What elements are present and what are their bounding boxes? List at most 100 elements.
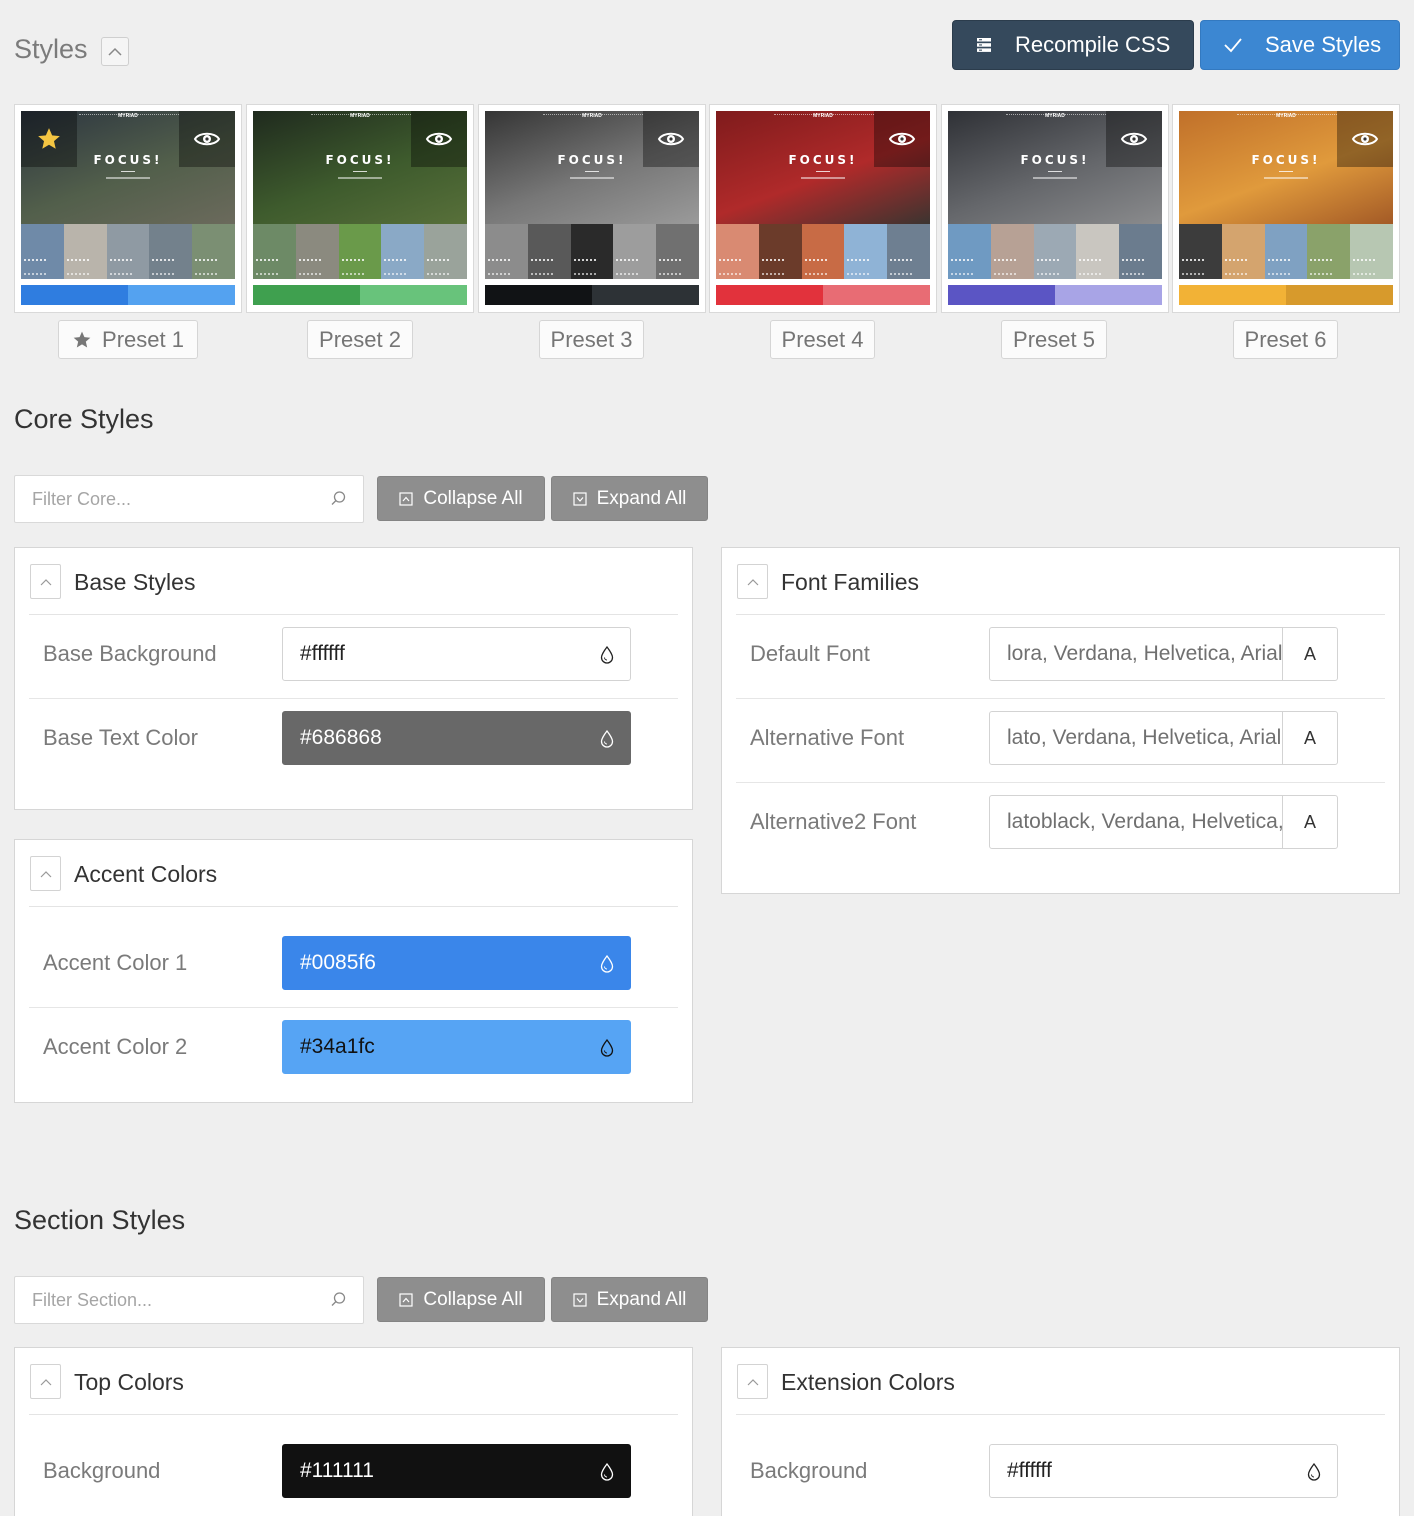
preview-eye-button[interactable] <box>1337 111 1393 167</box>
top-background-label: Background <box>43 1458 161 1483</box>
preset-6-button[interactable]: Preset 6 <box>1233 320 1338 359</box>
preview-eye-button[interactable] <box>643 111 699 167</box>
save-styles-button[interactable]: Save Styles <box>1200 20 1400 70</box>
preset-2-button[interactable]: Preset 2 <box>307 320 413 359</box>
core-expand-all-label: Expand All <box>596 487 687 509</box>
section-collapse-all-label: Collapse All <box>423 1288 523 1310</box>
swatch-secondary <box>360 285 467 305</box>
default-font-picker-button[interactable]: A <box>1282 627 1338 681</box>
preset-4-button[interactable]: Preset 4 <box>770 320 875 359</box>
swatch-secondary <box>128 285 235 305</box>
search-icon <box>331 491 346 505</box>
font-families-title: Font Families <box>781 569 920 595</box>
preset-5-button[interactable]: Preset 5 <box>1001 320 1107 359</box>
preview-eye-button[interactable] <box>1106 111 1162 167</box>
preset-card-1[interactable]: MYRIAD FOCUS! <box>14 104 242 313</box>
alternative-font-picker-button[interactable]: A <box>1282 711 1338 765</box>
extension-background-label: Background <box>750 1458 868 1483</box>
preset-card-6[interactable]: MYRIAD FOCUS! <box>1172 104 1400 313</box>
accent-colors-collapse-button[interactable] <box>30 856 61 891</box>
section-expand-all-label: Expand All <box>596 1288 687 1310</box>
recompile-css-button[interactable]: Recompile CSS <box>952 20 1194 70</box>
accent-color-2-field[interactable]: #34a1fc <box>282 1020 631 1074</box>
base-styles-collapse-button[interactable] <box>30 564 61 599</box>
collapse-square-icon <box>399 1292 413 1307</box>
chevron-up-icon <box>40 1378 51 1385</box>
preset-swatches <box>21 285 235 305</box>
eye-icon <box>1351 132 1379 146</box>
thumb-tiles <box>485 224 699 279</box>
base-background-value: #ffffff <box>300 642 345 665</box>
alternative-font-input[interactable]: lato, Verdana, Helvetica, Arial, sans-se… <box>989 711 1283 765</box>
swatch-primary <box>948 285 1055 305</box>
accent-color-1-field[interactable]: #0085f6 <box>282 936 631 990</box>
preset-card-4[interactable]: MYRIAD FOCUS! <box>709 104 937 313</box>
default-font-input[interactable]: lora, Verdana, Helvetica, Arial, sans-se… <box>989 627 1283 681</box>
section-collapse-all-button[interactable]: Collapse All <box>377 1277 545 1322</box>
base-background-field[interactable]: #ffffff <box>282 627 631 681</box>
thumb-tiles <box>253 224 467 279</box>
alternative2-font-input[interactable]: latoblack, Verdana, Helvetica, Arial, sa… <box>989 795 1283 849</box>
preset-card-5[interactable]: MYRIAD FOCUS! <box>941 104 1169 313</box>
preset-card-2[interactable]: MYRIAD FOCUS! <box>246 104 474 313</box>
thumb-tile <box>63 224 107 279</box>
preset-thumbnail: MYRIAD FOCUS! <box>485 111 699 279</box>
top-colors-panel: Top Colors Background #111111 <box>14 1347 693 1516</box>
thumb-tile <box>1307 224 1351 279</box>
eye-icon <box>888 132 916 146</box>
extension-colors-collapse-button[interactable] <box>737 1364 768 1399</box>
filter-core-input[interactable] <box>15 476 325 522</box>
filter-section-input[interactable] <box>15 1277 325 1323</box>
save-styles-label: Save Styles <box>1265 32 1382 57</box>
preset-thumbnail: MYRIAD FOCUS! <box>716 111 930 279</box>
thumb-tile <box>656 224 699 279</box>
extension-colors-panel: Extension Colors Background #ffffff <box>721 1347 1400 1516</box>
top-colors-collapse-button[interactable] <box>30 1364 61 1399</box>
extension-background-field[interactable]: #ffffff <box>989 1444 1338 1498</box>
preset-thumbnail: MYRIAD FOCUS! <box>253 111 467 279</box>
eye-icon <box>1120 132 1148 146</box>
top-background-row: Background #111111 <box>29 1432 678 1516</box>
font-families-collapse-button[interactable] <box>737 564 768 599</box>
preset-1-button[interactable]: Preset 1 <box>58 320 198 359</box>
eye-icon <box>657 132 685 146</box>
page-title: Styles <box>14 34 88 64</box>
top-background-field[interactable]: #111111 <box>282 1444 631 1498</box>
section-filter[interactable] <box>14 1276 364 1324</box>
preview-eye-button[interactable] <box>874 111 930 167</box>
alternative2-font-row: Alternative2 Font latoblack, Verdana, He… <box>736 783 1385 867</box>
preset-thumbnail: MYRIAD FOCUS! <box>21 111 235 279</box>
core-expand-all-button[interactable]: Expand All <box>551 476 708 521</box>
preset-label: Preset 2 <box>319 326 401 352</box>
preset-label: Preset 3 <box>550 326 633 352</box>
thumb-tile <box>424 224 467 279</box>
core-collapse-all-button[interactable]: Collapse All <box>377 476 545 521</box>
thumb-tile <box>1264 224 1308 279</box>
collapse-styles-button[interactable] <box>101 37 129 66</box>
chevron-up-icon <box>747 578 758 585</box>
core-filter[interactable] <box>14 475 364 523</box>
top-colors-header: Top Colors <box>29 1348 678 1415</box>
preview-eye-button[interactable] <box>411 111 467 167</box>
alternative2-font-picker-button[interactable]: A <box>1282 795 1338 849</box>
swatch-secondary <box>1286 285 1393 305</box>
swatch-primary <box>716 285 823 305</box>
search-icon <box>331 1292 346 1306</box>
thumb-tile <box>1119 224 1162 279</box>
thumb-divider <box>121 171 135 172</box>
droplet-icon <box>600 1463 614 1481</box>
thumb-tiles <box>716 224 930 279</box>
base-text-color-field[interactable]: #686868 <box>282 711 631 765</box>
section-expand-all-button[interactable]: Expand All <box>551 1277 708 1322</box>
accent-color-1-row: Accent Color 1 #0085f6 <box>29 924 678 1008</box>
droplet-icon <box>600 1039 614 1057</box>
preview-eye-button[interactable] <box>179 111 235 167</box>
accent-color-2-value: #34a1fc <box>300 1035 375 1058</box>
thumb-tile <box>1221 224 1265 279</box>
preset-3-button[interactable]: Preset 3 <box>539 320 644 359</box>
accent-color-2-label: Accent Color 2 <box>43 1034 188 1059</box>
core-collapse-all-label: Collapse All <box>423 487 523 509</box>
thumb-divider <box>353 171 367 172</box>
preset-card-3[interactable]: MYRIAD FOCUS! <box>478 104 706 313</box>
thumb-divider <box>585 171 599 172</box>
